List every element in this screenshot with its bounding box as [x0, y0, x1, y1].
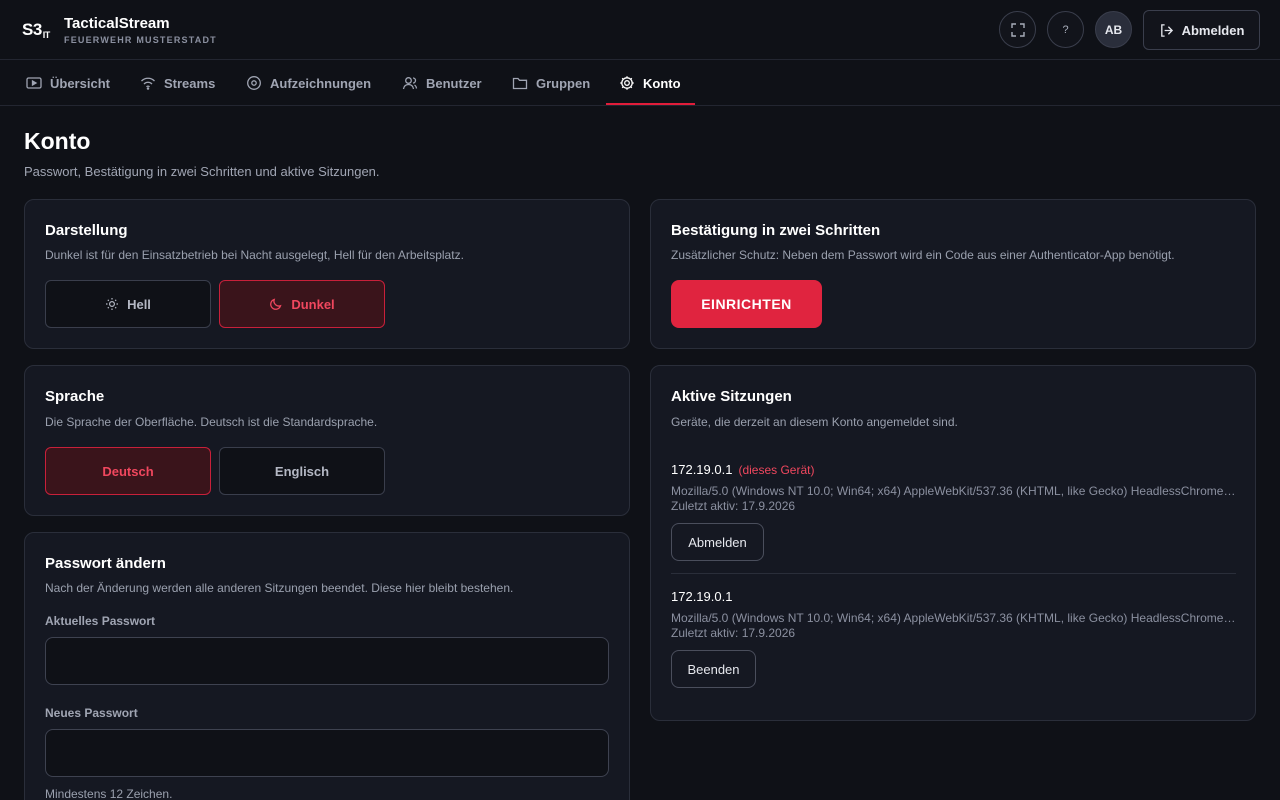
sessions-title: Aktive Sitzungen [671, 388, 792, 405]
sun-icon [106, 298, 119, 310]
appearance-card: Darstellung Dunkel ist für den Einsatzbe… [24, 199, 630, 349]
new-password-label: Neues Passwort [45, 706, 138, 720]
language-description: Die Sprache der Oberfläche. Deutsch ist … [45, 415, 378, 429]
language-german-label: Deutsch [102, 463, 154, 479]
active-tab-indicator [606, 103, 695, 105]
tab-aufzeichnungen[interactable]: Aufzeichnungen [246, 60, 371, 106]
theme-light-label: Hell [127, 296, 151, 312]
tab-streams[interactable]: Streams [140, 60, 215, 106]
gear-icon [619, 75, 635, 91]
session-item: 172.19.0.1 Mozilla/5.0 (Windows NT 10.0;… [671, 588, 1236, 640]
users-icon [402, 75, 418, 91]
theme-dark-button[interactable]: Dunkel [219, 280, 385, 328]
page-title: Konto [24, 128, 91, 154]
organization-name: FEUERWEHR MUSTERSTADT [64, 35, 217, 45]
moon-icon [270, 298, 282, 310]
current-password-field[interactable] [45, 637, 609, 685]
logout-button[interactable]: Abmelden [1143, 10, 1260, 50]
app-logo: S3IT [22, 20, 50, 40]
appearance-title: Darstellung [45, 222, 128, 239]
sessions-description: Geräte, die derzeit an diesem Konto ange… [671, 415, 958, 429]
logout-icon [1160, 23, 1173, 37]
session-ip: 172.19.0.1 [671, 589, 733, 604]
password-hint: Mindestens 12 Zeichen. [45, 787, 173, 800]
help-icon: ? [1062, 23, 1069, 36]
fullscreen-button[interactable] [999, 11, 1036, 48]
sessions-card: Aktive Sitzungen Geräte, die derzeit an … [650, 365, 1256, 721]
password-card: Passwort ändern Nach der Änderung werden… [24, 532, 630, 800]
folder-icon [512, 75, 528, 91]
appearance-description: Dunkel ist für den Einsatzbetrieb bei Na… [45, 248, 464, 262]
main-nav: Übersicht Streams Aufzeichnungen Benutze… [0, 60, 1280, 106]
password-description: Nach der Änderung werden alle anderen Si… [45, 581, 514, 595]
session-divider [671, 573, 1236, 574]
language-english-label: Englisch [274, 463, 330, 479]
password-title: Passwort ändern [45, 555, 166, 572]
top-bar: S3IT TacticalStream FEUERWEHR MUSTERSTAD… [0, 0, 1280, 60]
tab-gruppen[interactable]: Gruppen [512, 60, 590, 106]
two-factor-card: Bestätigung in zwei Schritten Zusätzlich… [650, 199, 1256, 349]
language-card: Sprache Die Sprache der Oberfläche. Deut… [24, 365, 630, 516]
record-icon [246, 75, 262, 91]
app-title: TacticalStream [64, 15, 170, 32]
tab-konto[interactable]: Konto [619, 60, 681, 106]
session-end-button[interactable]: Beenden [671, 650, 756, 688]
theme-dark-label: Dunkel [291, 296, 335, 312]
new-password-field[interactable] [45, 729, 609, 777]
tab-uebersicht[interactable]: Übersicht [26, 60, 110, 106]
wifi-icon [140, 75, 156, 91]
current-device-tag: (dieses Gerät) [738, 463, 815, 477]
fullscreen-icon [1010, 22, 1025, 37]
session-user-agent: Mozilla/5.0 (Windows NT 10.0; Win64; x64… [671, 484, 1236, 498]
session-item: 172.19.0.1 (dieses Gerät) Mozilla/5.0 (Wi… [671, 461, 1236, 513]
language-title: Sprache [45, 388, 105, 405]
tab-benutzer[interactable]: Benutzer [402, 60, 482, 106]
session-ip: 172.19.0.1 [671, 462, 733, 477]
help-button[interactable]: ? [1047, 11, 1084, 48]
session-last-active: Zuletzt aktiv: 17.9.2026 [671, 626, 796, 640]
current-password-label: Aktuelles Passwort [45, 614, 156, 628]
session-user-agent: Mozilla/5.0 (Windows NT 10.0; Win64; x64… [671, 611, 1236, 625]
play-screen-icon [26, 75, 42, 91]
two-factor-description: Zusätzlicher Schutz: Neben dem Passwort … [671, 248, 1175, 262]
setup-two-factor-button[interactable]: EINRICHTEN [671, 280, 822, 328]
two-factor-title: Bestätigung in zwei Schritten [671, 222, 881, 239]
session-last-active: Zuletzt aktiv: 17.9.2026 [671, 499, 796, 513]
logout-label: Abmelden [1181, 22, 1245, 38]
page-subtitle: Passwort, Bestätigung in zwei Schritten … [24, 164, 380, 179]
theme-light-button[interactable]: Hell [45, 280, 211, 328]
avatar[interactable]: AB [1095, 11, 1132, 48]
session-logout-button[interactable]: Abmelden [671, 523, 764, 561]
language-english-button[interactable]: Englisch [219, 447, 385, 495]
language-german-button[interactable]: Deutsch [45, 447, 211, 495]
